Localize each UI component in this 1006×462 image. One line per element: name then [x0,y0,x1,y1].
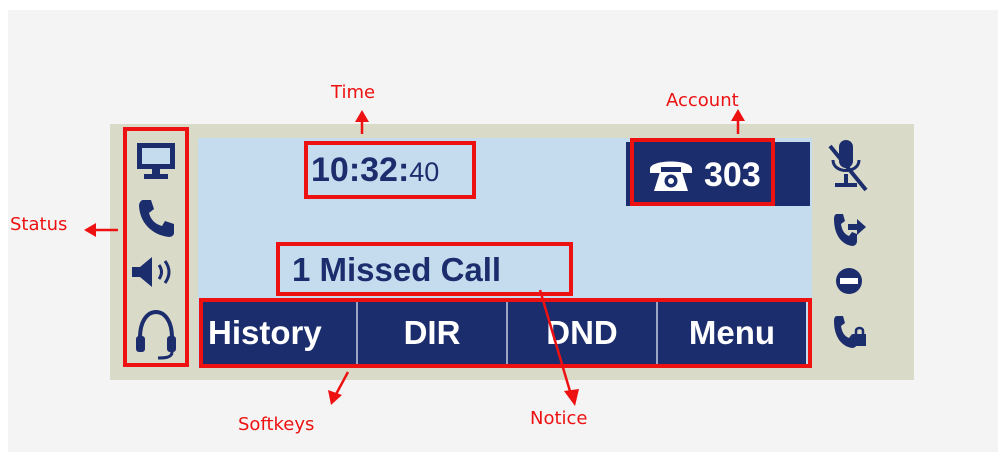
callout-account: Account [666,90,739,111]
callout-time: Time [331,82,376,103]
callout-status: Status [10,214,68,235]
callout-arrows [84,109,745,406]
callout-softkeys: Softkeys [238,414,315,435]
callout-notice: Notice [530,408,588,429]
